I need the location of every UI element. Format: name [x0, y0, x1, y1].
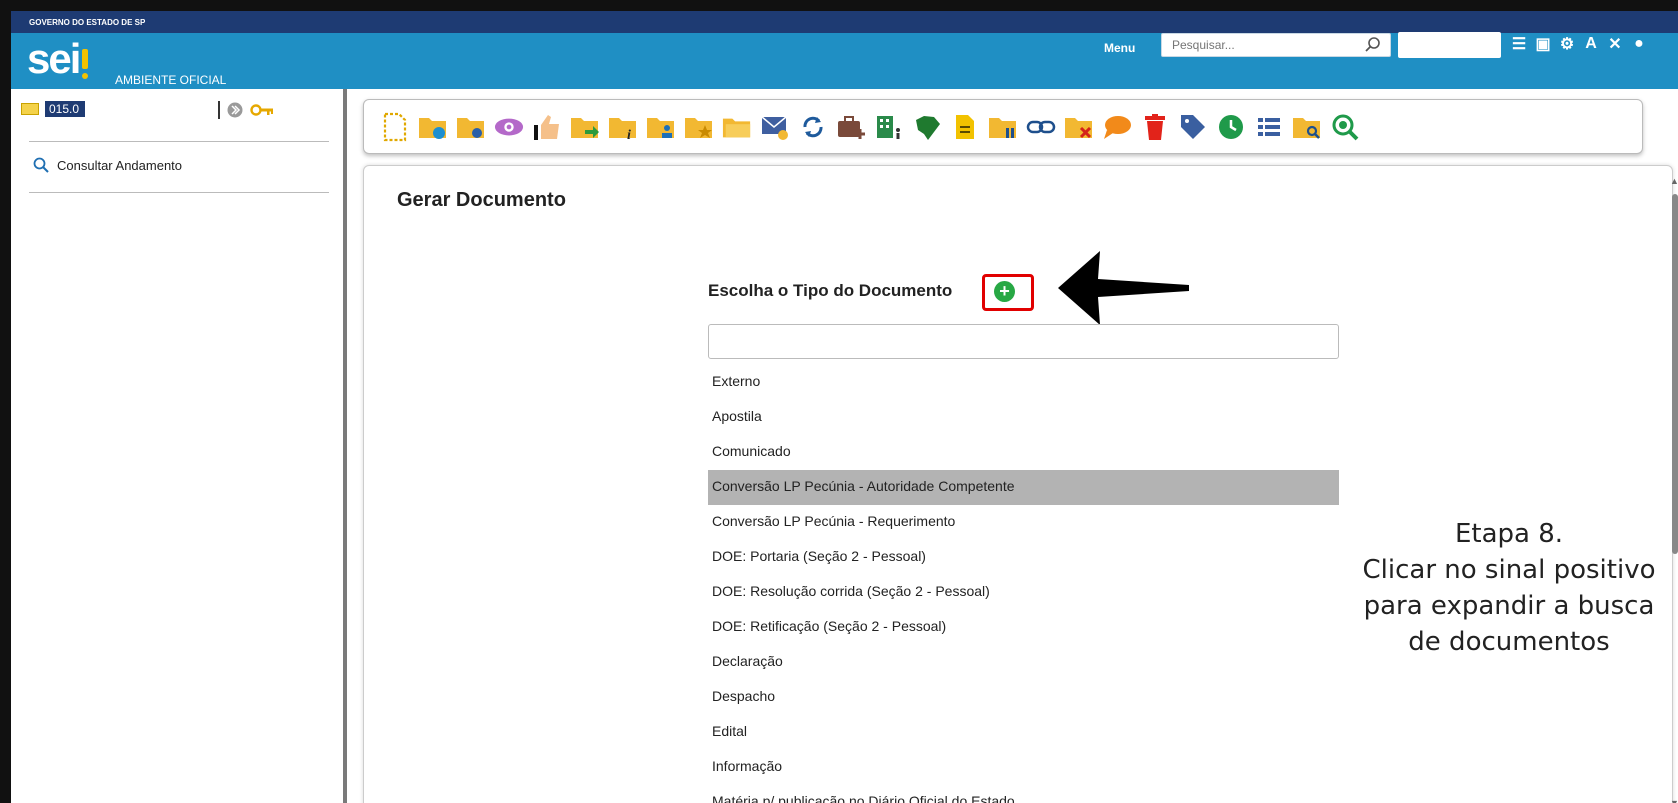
folder-user-icon[interactable] — [646, 112, 676, 142]
document-type-item[interactable]: DOE: Portaria (Seção 2 - Pessoal) — [708, 540, 1339, 575]
folder-info-icon[interactable]: i — [608, 112, 638, 142]
document-type-item[interactable]: Apostila — [708, 400, 1339, 435]
briefcase-add-icon[interactable] — [836, 112, 866, 142]
clock-icon[interactable] — [1216, 112, 1246, 142]
pointer-arrow-icon — [1058, 251, 1189, 325]
scrollbar-thumb[interactable] — [1672, 194, 1678, 554]
process-row[interactable]: 015.0 — [21, 101, 85, 117]
link-icon[interactable] — [1026, 112, 1056, 142]
eye-icon[interactable] — [494, 112, 524, 142]
document-type-item[interactable]: Edital — [708, 715, 1339, 750]
thumbs-up-icon[interactable] — [532, 112, 562, 142]
svg-text:i: i — [627, 128, 631, 141]
forward-circle-icon[interactable] — [226, 101, 244, 119]
document-type-item[interactable]: Conversão LP Pecúnia - Autoridade Compet… — [708, 470, 1339, 505]
sei-logo[interactable]: sei — [27, 35, 89, 82]
document-type-item[interactable]: Comunicado — [708, 435, 1339, 470]
search-input[interactable] — [1161, 33, 1391, 57]
step-annotation: Etapa 8. Clicar no sinal positivo para e… — [1329, 516, 1678, 660]
annotation-line: Clicar no sinal positivo — [1362, 555, 1656, 585]
document-type-item[interactable]: Matéria p/ publicação no Diário Oficial … — [708, 785, 1339, 803]
settings-icon[interactable]: ⚙ — [1557, 33, 1577, 55]
divider — [29, 141, 329, 142]
left-panel — [11, 89, 347, 803]
divider — [29, 192, 329, 193]
folder-sync-icon[interactable] — [418, 112, 448, 142]
search-icon — [33, 157, 49, 173]
logo-mark-icon — [81, 49, 89, 79]
process-toolbar: i — [363, 99, 1643, 154]
tools-icon[interactable]: ✕ — [1605, 33, 1625, 55]
scroll-up-icon[interactable]: ▲ — [1670, 176, 1678, 186]
government-bar: GOVERNO DO ESTADO DE SP — [11, 11, 1678, 33]
new-document-icon[interactable] — [380, 112, 410, 142]
brazil-map-icon[interactable] — [912, 112, 942, 142]
font-size-icon[interactable]: A — [1581, 33, 1601, 55]
document-type-item[interactable]: Despacho — [708, 680, 1339, 715]
consult-progress-label: Consultar Andamento — [57, 157, 183, 173]
folder-open-icon[interactable] — [722, 112, 752, 142]
comment-icon[interactable] — [1102, 112, 1132, 142]
user-icon[interactable]: ● — [1629, 33, 1649, 55]
unit-selector[interactable] — [1398, 32, 1501, 58]
environment-label: AMBIENTE OFICIAL — [115, 73, 227, 87]
list-icon[interactable] — [1254, 112, 1284, 142]
document-type-list: Externo Apostila Comunicado Conversão LP Pe… — [708, 365, 1339, 803]
document-type-filter-input[interactable] — [708, 324, 1339, 359]
trash-icon[interactable] — [1140, 112, 1170, 142]
folder-close-icon[interactable] — [1064, 112, 1094, 142]
process-tools — [218, 101, 274, 119]
choose-document-type-label: Escolha o Tipo do Documento — [708, 281, 953, 300]
search-icon[interactable] — [1363, 35, 1383, 55]
expand-types-button[interactable]: + — [994, 281, 1015, 302]
folder-settings-icon[interactable] — [456, 112, 486, 142]
process-number[interactable]: 015.0 — [45, 101, 85, 117]
app-frame: GOVERNO DO ESTADO DE SP sei AMBIENTE OFI… — [0, 0, 1678, 803]
document-type-item[interactable]: Declaração — [708, 645, 1339, 680]
document-type-item[interactable]: Externo — [708, 365, 1339, 400]
process-folder-icon — [21, 103, 39, 115]
card-icon[interactable]: ▣ — [1533, 33, 1553, 55]
page-title: Gerar Documento — [397, 189, 566, 211]
logo-text: sei — [27, 35, 81, 82]
annotation-line: Etapa 8. — [1454, 519, 1564, 549]
folder-search-icon[interactable] — [1292, 112, 1322, 142]
folder-star-icon[interactable] — [684, 112, 714, 142]
refresh-icon[interactable] — [798, 112, 828, 142]
building-icon[interactable] — [874, 112, 904, 142]
key-icon[interactable] — [250, 103, 274, 117]
document-type-item[interactable]: Conversão LP Pecúnia - Requerimento — [708, 505, 1339, 540]
scroll-down-icon[interactable]: ▼ — [1670, 798, 1678, 803]
zoom-icon[interactable] — [1330, 112, 1360, 142]
annotation-line: para expandir a busca — [1363, 591, 1655, 621]
separator — [218, 101, 220, 119]
folder-pause-icon[interactable] — [988, 112, 1018, 142]
mail-icon[interactable] — [760, 112, 790, 142]
document-type-item[interactable]: DOE: Retificação (Seção 2 - Pessoal) — [708, 610, 1339, 645]
document-type-item[interactable]: DOE: Resolução corrida (Seção 2 - Pessoa… — [708, 575, 1339, 610]
folder-send-icon[interactable] — [570, 112, 600, 142]
list-icon[interactable]: ☰ — [1509, 33, 1529, 55]
header-icon-bar: ☰ ▣ ⚙ A ✕ ● — [1509, 33, 1649, 55]
tag-icon[interactable] — [1178, 112, 1208, 142]
menu-button[interactable]: Menu — [1104, 41, 1135, 55]
consult-progress-link[interactable]: Consultar Andamento — [33, 157, 182, 173]
document-yellow-icon[interactable] — [950, 112, 980, 142]
annotation-line: de documentos — [1408, 627, 1610, 657]
document-type-item[interactable]: Informação — [708, 750, 1339, 785]
